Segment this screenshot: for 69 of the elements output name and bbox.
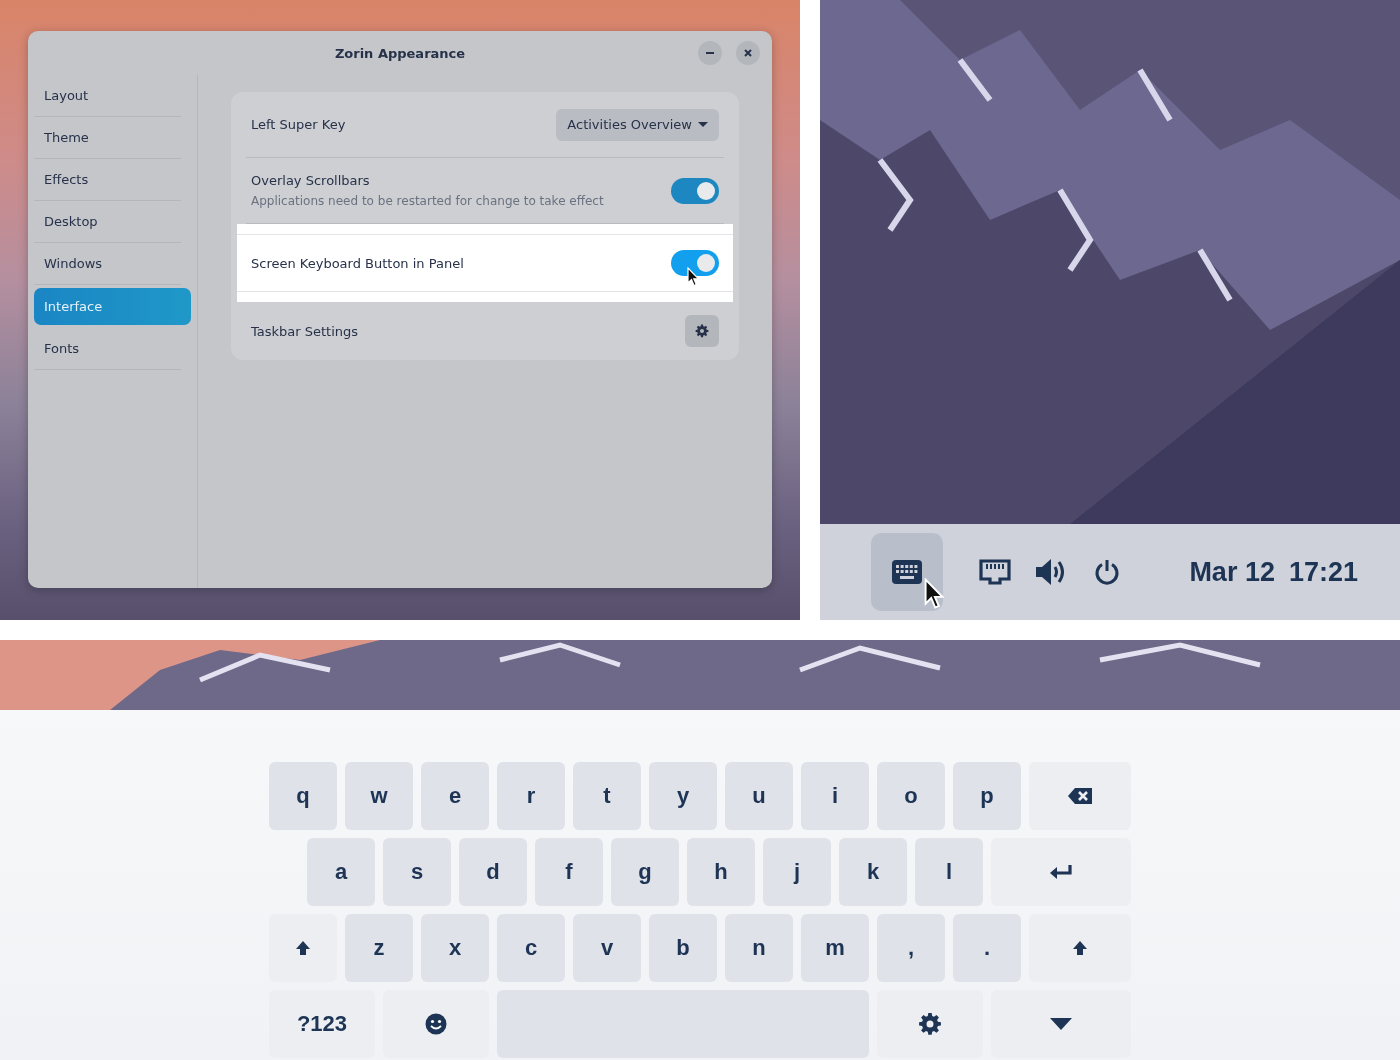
minimize-icon — [706, 52, 714, 54]
key[interactable]: d — [459, 838, 527, 906]
backspace-icon — [1067, 787, 1093, 805]
key[interactable]: e — [421, 762, 489, 830]
close-icon — [744, 49, 752, 57]
key[interactable]: t — [573, 762, 641, 830]
key[interactable]: s — [383, 838, 451, 906]
backspace-key[interactable] — [1029, 762, 1131, 830]
toggle-switch[interactable] — [671, 177, 719, 204]
key[interactable]: g — [611, 838, 679, 906]
settings-key[interactable] — [877, 990, 983, 1058]
key[interactable]: r — [497, 762, 565, 830]
key[interactable]: v — [573, 914, 641, 982]
sidebar-item[interactable]: Windows — [34, 243, 181, 285]
key[interactable]: . — [953, 914, 1021, 982]
key[interactable]: n — [725, 914, 793, 982]
setting-label: Taskbar Settings — [251, 323, 359, 339]
settings-icon — [918, 1012, 942, 1036]
date-text: Mar 12 — [1189, 556, 1275, 588]
shift-icon — [1072, 940, 1088, 956]
gear-icon — [695, 324, 709, 338]
caret-down-icon — [1050, 1018, 1072, 1030]
enter-icon — [1049, 864, 1073, 880]
symbols-key[interactable]: ?123 — [269, 990, 375, 1058]
ethernet-icon — [979, 559, 1011, 585]
key[interactable]: o — [877, 762, 945, 830]
key[interactable]: b — [649, 914, 717, 982]
key[interactable]: j — [763, 838, 831, 906]
key[interactable]: , — [877, 914, 945, 982]
cursor-icon — [924, 578, 945, 610]
emoji-key[interactable] — [383, 990, 489, 1058]
settings-button[interactable] — [685, 315, 719, 347]
key[interactable]: f — [535, 838, 603, 906]
caret-down-icon — [698, 122, 708, 127]
setting-label: Left Super Key — [251, 117, 346, 132]
time-text: 17:21 — [1288, 556, 1358, 588]
minimize-button[interactable] — [698, 41, 722, 65]
sidebar-item[interactable]: Desktop — [34, 201, 181, 243]
shift-icon — [295, 940, 311, 956]
key[interactable]: m — [801, 914, 869, 982]
sidebar-item[interactable]: Fonts — [34, 328, 181, 370]
speaker-icon — [1035, 558, 1067, 586]
key[interactable]: a — [307, 838, 375, 906]
close-button[interactable] — [736, 41, 760, 65]
key[interactable]: k — [839, 838, 907, 906]
setting-label: Screen Keyboard Button in Panel — [251, 255, 464, 271]
power-icon — [1094, 559, 1120, 585]
dropdown[interactable]: Activities Overview — [556, 108, 719, 141]
key[interactable]: p — [953, 762, 1021, 830]
key[interactable]: l — [915, 838, 983, 906]
key[interactable]: u — [725, 762, 793, 830]
key[interactable]: x — [421, 914, 489, 982]
sidebar-item[interactable]: Effects — [34, 159, 181, 201]
key[interactable]: i — [801, 762, 869, 830]
key[interactable]: c — [497, 914, 565, 982]
key[interactable]: y — [649, 762, 717, 830]
cursor-icon — [687, 267, 700, 287]
window-title: Zorin Appearance — [334, 45, 466, 61]
key[interactable]: z — [345, 914, 413, 982]
setting-description: Applications need to be restarted for change to take effect — [251, 194, 604, 208]
sidebar-item[interactable]: Theme — [34, 117, 181, 159]
key[interactable]: w — [345, 762, 413, 830]
key[interactable]: h — [687, 838, 755, 906]
setting-label: Overlay Scrollbars — [251, 173, 371, 188]
sidebar-item[interactable]: Layout — [34, 75, 181, 117]
key[interactable]: q — [269, 762, 337, 830]
keyboard-icon — [892, 560, 922, 584]
smiley-icon — [425, 1013, 447, 1035]
toggle-switch[interactable] — [671, 250, 719, 276]
